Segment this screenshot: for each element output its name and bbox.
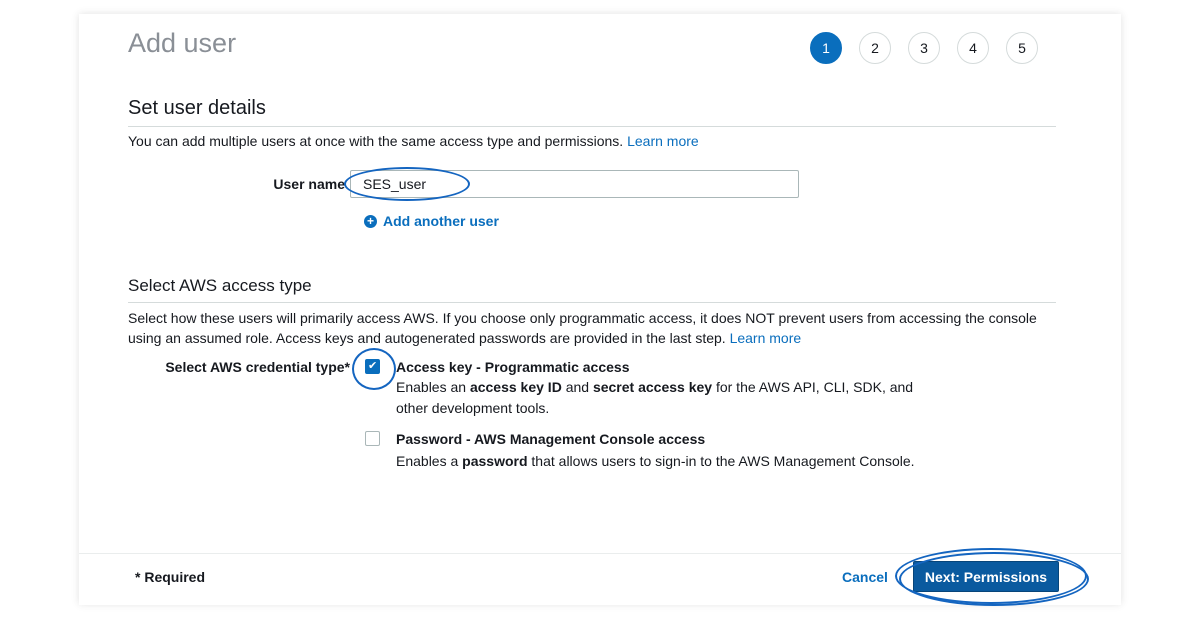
access-type-heading: Select AWS access type	[128, 276, 312, 295]
check-icon: ✔	[368, 360, 378, 372]
password-checkbox[interactable]	[365, 431, 380, 446]
desc-strong: secret access key	[592, 379, 713, 395]
access-key-checkbox[interactable]: ✔	[365, 359, 380, 374]
divider	[128, 126, 1056, 127]
add-another-user-label: Add another user	[383, 213, 499, 229]
learn-more-link[interactable]: Learn more	[730, 330, 802, 346]
access-key-option-description: Enables an access key ID and secret acce…	[396, 377, 916, 419]
learn-more-link[interactable]: Learn more	[627, 133, 699, 149]
user-name-input[interactable]	[350, 170, 799, 198]
desc-strong: access key ID	[469, 379, 562, 395]
step-2[interactable]: 2	[859, 32, 891, 64]
step-4[interactable]: 4	[957, 32, 989, 64]
add-another-user-link[interactable]: + Add another user	[364, 213, 499, 229]
desc-text: Enables a	[396, 453, 463, 469]
step-3[interactable]: 3	[908, 32, 940, 64]
desc-text: that allows users to sign-in to the AWS …	[527, 453, 915, 469]
step-5[interactable]: 5	[1006, 32, 1038, 64]
next-permissions-button[interactable]: Next: Permissions	[913, 561, 1059, 592]
desc-text: Enables an	[396, 379, 470, 395]
user-name-label: User name	[273, 176, 345, 192]
wizard-steps: 1 2 3 4 5	[810, 32, 1038, 64]
set-user-details-heading: Set user details	[128, 97, 266, 119]
access-key-option-title: Access key - Programmatic access	[396, 359, 630, 375]
required-note: * Required	[135, 569, 206, 585]
set-user-details-description: You can add multiple users at once with …	[128, 131, 699, 151]
password-option-description: Enables a password that allows users to …	[396, 451, 956, 472]
password-option-title: Password - AWS Management Console access	[396, 431, 706, 447]
credential-type-label: Select AWS credential type*	[165, 359, 350, 375]
plus-circle-icon: +	[364, 214, 377, 228]
desc-strong: password	[462, 453, 528, 469]
step-1[interactable]: 1	[810, 32, 842, 64]
page-title: Add user	[128, 28, 237, 58]
description-text: You can add multiple users at once with …	[128, 133, 624, 149]
divider	[128, 302, 1056, 303]
desc-text: and	[561, 379, 593, 395]
cancel-button[interactable]: Cancel	[842, 569, 888, 585]
description-text: Select how these users will primarily ac…	[128, 310, 1037, 346]
access-type-description: Select how these users will primarily ac…	[128, 308, 1056, 348]
